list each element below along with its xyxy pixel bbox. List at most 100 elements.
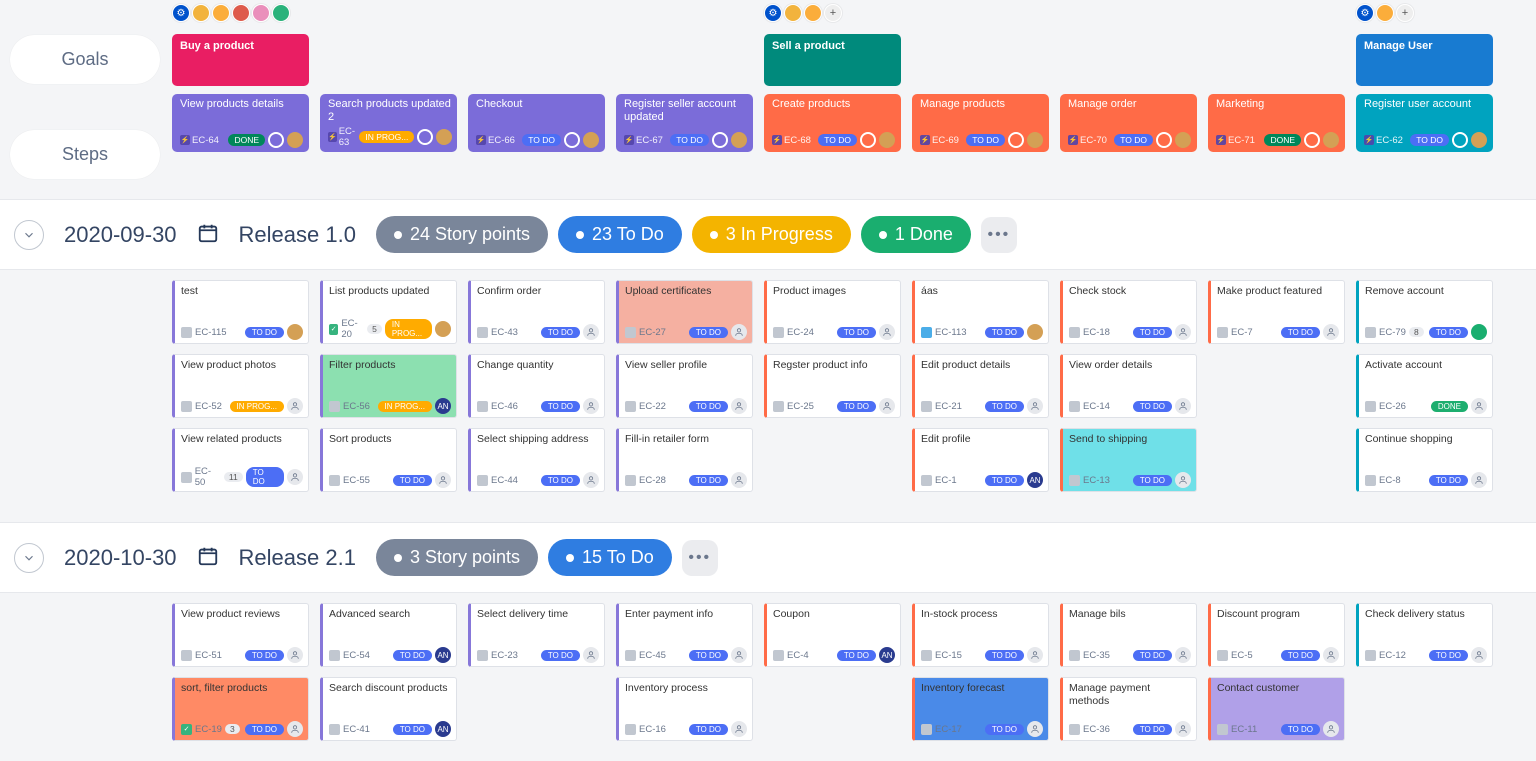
story-card[interactable]: Inventory processEC-16TO DO — [616, 677, 753, 741]
card-title: Filter products — [329, 359, 451, 372]
step-title: Manage products — [920, 98, 1043, 111]
story-card[interactable]: Advanced searchEC-54TO DOAN — [320, 603, 457, 667]
card-slot: CouponEC-4TO DOAN — [764, 603, 901, 667]
release-header: 2020-10-30 Release 2.1 3 Story points 15 To… — [0, 522, 1536, 593]
add-user-icon[interactable]: + — [1396, 4, 1414, 22]
story-card[interactable]: Filter productsEC-56IN PROG...AN — [320, 354, 457, 418]
story-card[interactable]: Continue shoppingEC-8TO DO — [1356, 428, 1493, 492]
story-card[interactable]: Manage payment methodsEC-36TO DO — [1060, 677, 1197, 741]
issue-type-icon — [181, 472, 192, 483]
story-card[interactable]: View product photosEC-52IN PROG... — [172, 354, 309, 418]
story-card[interactable]: sort, filter products✓EC-193TO DO — [172, 677, 309, 741]
card-slot: Continue shoppingEC-8TO DO — [1356, 428, 1493, 492]
user-icon — [438, 475, 448, 485]
step-card[interactable]: View products details⚡ EC-64DONE — [172, 94, 309, 152]
story-card[interactable]: Edit profileEC-1TO DOAN — [912, 428, 1049, 492]
story-card[interactable]: Manage bilsEC-35TO DO — [1060, 603, 1197, 667]
step-card[interactable]: Manage order⚡ EC-70TO DO — [1060, 94, 1197, 152]
story-card[interactable]: Upload certificatesEC-27TO DO — [616, 280, 753, 344]
story-card[interactable]: Regster product infoEC-25TO DO — [764, 354, 901, 418]
release-name[interactable]: Release 1.0 — [239, 222, 356, 248]
story-card[interactable]: Check stockEC-18TO DO — [1060, 280, 1197, 344]
more-actions[interactable]: ••• — [682, 540, 718, 576]
status-badge: TO DO — [245, 650, 284, 661]
avatar — [1376, 4, 1394, 22]
story-card[interactable]: Contact customerEC-11TO DO — [1208, 677, 1345, 741]
assignee-avatar: AN — [435, 647, 451, 663]
collapse-toggle[interactable] — [14, 543, 44, 573]
story-card[interactable]: Remove accountEC-798TO DO — [1356, 280, 1493, 344]
summary-chip[interactable]: 1 Done — [861, 216, 971, 253]
summary-chip[interactable]: 3 Story points — [376, 539, 538, 576]
step-card[interactable]: Manage products⚡ EC-69TO DO — [912, 94, 1049, 152]
status-badge: IN PROG... — [385, 319, 432, 339]
steps-label: Steps — [10, 130, 160, 179]
add-user-icon[interactable]: + — [824, 4, 842, 22]
step-card[interactable]: Register seller account updated⚡ EC-67TO… — [616, 94, 753, 152]
story-card[interactable]: In-stock processEC-15TO DO — [912, 603, 1049, 667]
assignee-avatar — [583, 647, 599, 663]
dot-icon — [576, 231, 584, 239]
release-date[interactable]: 2020-10-30 — [64, 545, 177, 571]
story-card[interactable]: Edit product detailsEC-21TO DO — [912, 354, 1049, 418]
story-card[interactable]: CouponEC-4TO DOAN — [764, 603, 901, 667]
story-card[interactable]: Make product featuredEC-7TO DO — [1208, 280, 1345, 344]
calendar-icon[interactable] — [197, 222, 219, 247]
story-card[interactable]: Discount programEC-5TO DO — [1208, 603, 1345, 667]
issue-key: EC-41 — [343, 724, 370, 735]
story-card[interactable]: Inventory forecastEC-17TO DO — [912, 677, 1049, 741]
goal-card[interactable]: Manage User — [1356, 34, 1493, 86]
summary-chip[interactable]: 15 To Do — [548, 539, 672, 576]
avatar — [1027, 132, 1043, 148]
gear-icon[interactable]: ⚙ — [764, 4, 782, 22]
issue-key: ⚡ EC-70 — [1068, 135, 1107, 146]
step-card[interactable]: Register user account⚡ EC-62TO DO — [1356, 94, 1493, 152]
story-card[interactable]: Check delivery statusEC-12TO DO — [1356, 603, 1493, 667]
issue-key: EC-43 — [491, 327, 518, 338]
story-card[interactable]: Sort productsEC-55TO DO — [320, 428, 457, 492]
issue-key: EC-27 — [639, 327, 666, 338]
collapse-toggle[interactable] — [14, 220, 44, 250]
story-card[interactable]: Select delivery timeEC-23TO DO — [468, 603, 605, 667]
avatar — [731, 132, 747, 148]
story-card[interactable]: Activate accountEC-26DONE — [1356, 354, 1493, 418]
assignee-avatar — [1323, 647, 1339, 663]
gear-icon[interactable]: ⚙ — [172, 4, 190, 22]
step-card[interactable]: Marketing⚡ EC-71DONE — [1208, 94, 1345, 152]
story-card[interactable]: Search discount productsEC-41TO DOAN — [320, 677, 457, 741]
card-slot: View seller profileEC-22TO DO — [616, 354, 753, 418]
goal-card[interactable]: Buy a product — [172, 34, 309, 86]
summary-chip[interactable]: 23 To Do — [558, 216, 682, 253]
step-card[interactable]: Create products⚡ EC-68TO DO — [764, 94, 901, 152]
story-card[interactable]: Fill-in retailer formEC-28TO DO — [616, 428, 753, 492]
story-card[interactable]: Product imagesEC-24TO DO — [764, 280, 901, 344]
issue-key: ⚡ EC-69 — [920, 135, 959, 146]
summary-chip[interactable]: 24 Story points — [376, 216, 548, 253]
story-card[interactable]: testEC-115TO DO — [172, 280, 309, 344]
story-card[interactable]: List products updated✓EC-205IN PROG... — [320, 280, 457, 344]
summary-chip[interactable]: 3 In Progress — [692, 216, 851, 253]
issue-key: EC-11 — [1231, 724, 1257, 735]
story-card[interactable]: áasEC-113TO DO — [912, 280, 1049, 344]
release-name[interactable]: Release 2.1 — [239, 545, 356, 571]
story-points: 5 — [367, 324, 382, 334]
gear-icon[interactable]: ⚙ — [1356, 4, 1374, 22]
story-card[interactable]: Confirm orderEC-43TO DO — [468, 280, 605, 344]
more-actions[interactable]: ••• — [981, 217, 1017, 253]
status-badge: TO DO — [1281, 327, 1320, 338]
issue-type-icon — [773, 401, 784, 412]
release-date[interactable]: 2020-09-30 — [64, 222, 177, 248]
story-card[interactable]: View related productsEC-5011TO DO — [172, 428, 309, 492]
step-card[interactable]: Checkout⚡ EC-66TO DO — [468, 94, 605, 152]
story-card[interactable]: Send to shippingEC-13TO DO — [1060, 428, 1197, 492]
story-card[interactable]: Change quantityEC-46TO DO — [468, 354, 605, 418]
story-card[interactable]: View order detailsEC-14TO DO — [1060, 354, 1197, 418]
story-card[interactable]: Select shipping addressEC-44TO DO — [468, 428, 605, 492]
calendar-icon[interactable] — [197, 545, 219, 570]
card-slot: Change quantityEC-46TO DO — [468, 354, 605, 418]
step-card[interactable]: Search products updated 2⚡ EC-63IN PROG.… — [320, 94, 457, 152]
goal-card[interactable]: Sell a product — [764, 34, 901, 86]
story-card[interactable]: View seller profileEC-22TO DO — [616, 354, 753, 418]
story-card[interactable]: View product reviewsEC-51TO DO — [172, 603, 309, 667]
story-card[interactable]: Enter payment infoEC-45TO DO — [616, 603, 753, 667]
